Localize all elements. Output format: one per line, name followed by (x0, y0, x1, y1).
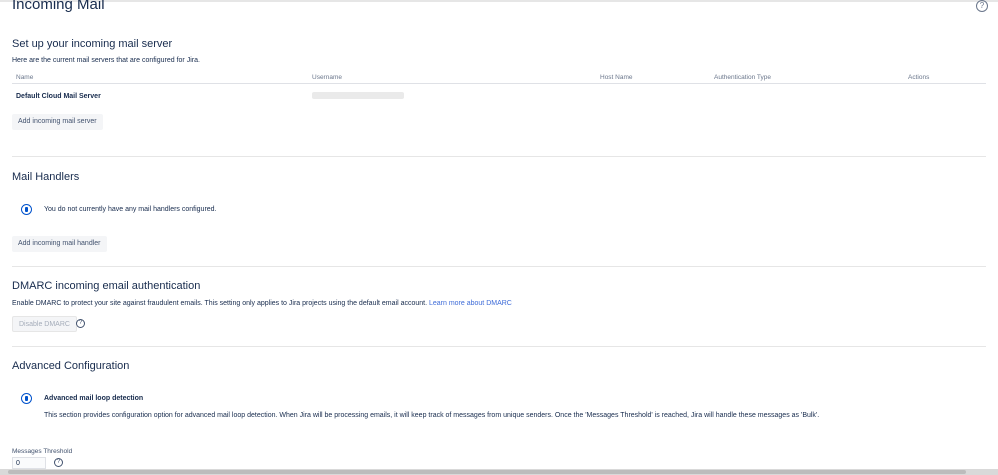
advanced-heading: Advanced Configuration (12, 360, 130, 372)
page-title: Incoming Mail (12, 0, 105, 13)
section-divider (12, 156, 986, 157)
disable-dmarc-button[interactable]: Disable DMARC (12, 316, 77, 332)
section-divider (12, 346, 986, 347)
column-actions: Actions (904, 71, 986, 84)
question-circle-icon[interactable]: ? (54, 458, 63, 467)
server-name: Default Cloud Mail Server (16, 92, 101, 100)
question-circle-icon[interactable]: ? (76, 319, 85, 328)
column-authentication-type: Authentication Type (710, 71, 904, 84)
redacted-username (312, 91, 404, 99)
add-incoming-mail-handler-button[interactable]: Add incoming mail handler (12, 236, 107, 252)
table-header-row: Name Username Host Name Authentication T… (12, 71, 986, 84)
section-divider (12, 266, 986, 267)
dmarc-description-text: Enable DMARC to protect your site agains… (12, 300, 428, 307)
top-border (0, 0, 998, 2)
table-row: Default Cloud Mail Server (12, 84, 986, 102)
no-handlers-message: You do not currently have any mail handl… (44, 206, 217, 213)
mail-server-description: Here are the current mail servers that a… (12, 57, 200, 64)
info-icon (21, 393, 32, 404)
column-name: Name (12, 71, 308, 84)
scrollbar-thumb[interactable] (8, 470, 966, 474)
add-incoming-mail-server-button[interactable]: Add incoming mail server (12, 114, 103, 130)
mail-handlers-heading: Mail Handlers (12, 171, 80, 183)
server-auth-type (710, 84, 904, 102)
server-actions (904, 84, 986, 102)
question-circle-icon[interactable]: ? (976, 0, 988, 12)
column-username: Username (308, 71, 596, 84)
mail-server-heading: Set up your incoming mail server (12, 38, 173, 50)
server-host-name (596, 84, 710, 102)
mail-loop-description: This section provides configuration opti… (44, 412, 820, 419)
mail-server-table: Name Username Host Name Authentication T… (12, 71, 986, 101)
horizontal-scrollbar[interactable] (0, 469, 998, 475)
messages-threshold-input[interactable]: 0 (12, 457, 46, 469)
info-icon (21, 204, 32, 215)
messages-threshold-label: Messages Threshold (12, 448, 73, 455)
dmarc-description: Enable DMARC to protect your site agains… (12, 300, 512, 307)
column-host-name: Host Name (596, 71, 710, 84)
learn-more-dmarc-link[interactable]: Learn more about DMARC (429, 300, 512, 307)
dmarc-heading: DMARC incoming email authentication (12, 280, 201, 292)
mail-loop-title: Advanced mail loop detection (44, 395, 144, 402)
server-username (308, 84, 596, 102)
